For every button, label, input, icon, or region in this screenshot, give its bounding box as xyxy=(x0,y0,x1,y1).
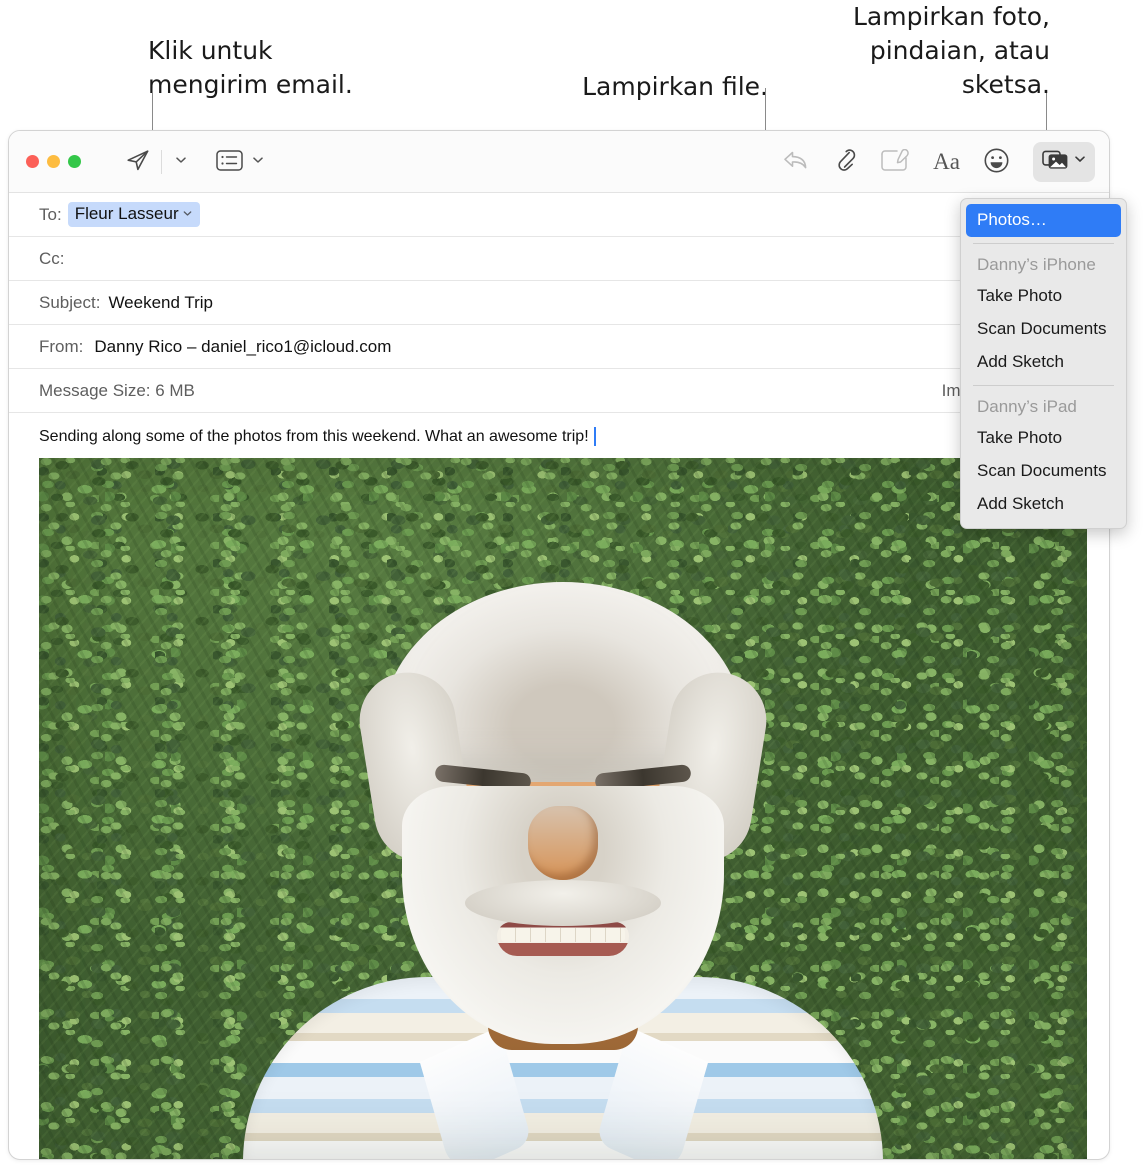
chevron-down-icon xyxy=(251,153,265,170)
subject-field-label: Subject: xyxy=(39,292,101,312)
message-body-text: Sending along some of the photos from th… xyxy=(39,427,589,445)
from-field-value[interactable]: Danny Rico – daniel_rico1@icloud.com xyxy=(94,337,391,357)
menu-item-ipad-scan-documents[interactable]: Scan Documents xyxy=(961,455,1126,488)
format-button[interactable]: Aa xyxy=(933,149,960,175)
nose xyxy=(528,806,598,880)
subject-field-input[interactable]: Weekend Trip xyxy=(108,293,213,313)
recipient-token-label: Fleur Lasseur xyxy=(74,204,179,223)
markup-icon xyxy=(881,148,909,175)
toolbar-right-group: Aa xyxy=(782,141,1095,182)
to-field-label: To: xyxy=(39,204,62,224)
header-fields-button[interactable] xyxy=(216,149,243,174)
minimize-button[interactable] xyxy=(47,155,60,168)
callout-send-label: Klik untuk mengirim email. xyxy=(148,36,353,99)
toolbar-divider xyxy=(161,149,162,174)
person-portrait xyxy=(39,582,1087,1159)
smiley-face-icon xyxy=(984,148,1009,176)
markup-button[interactable] xyxy=(881,148,909,175)
callout-attach-photo-label: Lampirkan foto, pindaian, atau sketsa. xyxy=(853,2,1050,99)
chevron-down-icon xyxy=(1073,152,1087,171)
photo-browser-button[interactable] xyxy=(1033,141,1095,182)
menu-item-iphone-add-sketch[interactable]: Add Sketch xyxy=(961,346,1126,379)
menu-item-iphone-take-photo[interactable]: Take Photo xyxy=(961,280,1126,313)
attach-file-button[interactable] xyxy=(833,147,857,176)
menu-group-danny-iphone: Danny’s iPhone xyxy=(977,255,1096,274)
paper-plane-icon xyxy=(125,147,151,176)
mustache xyxy=(465,880,661,926)
paperclip-icon xyxy=(833,147,857,176)
menu-group-danny-ipad: Danny’s iPad xyxy=(977,397,1077,416)
menu-item-iphone-scan-documents[interactable]: Scan Documents xyxy=(961,313,1126,346)
from-field-label: From: xyxy=(39,336,84,356)
chevron-down-icon xyxy=(174,153,188,170)
menu-item-ipad-take-photo[interactable]: Take Photo xyxy=(961,422,1126,455)
callout-attach-file-label: Lampirkan file. xyxy=(582,72,768,101)
menu-separator xyxy=(973,243,1114,244)
menu-item-ipad-add-sketch[interactable]: Add Sketch xyxy=(961,488,1126,521)
to-field-row[interactable]: To: Fleur Lasseur xyxy=(9,193,1109,237)
send-button[interactable] xyxy=(125,147,151,176)
chevron-down-icon xyxy=(182,204,193,224)
from-field-row[interactable]: From: Danny Rico – daniel_rico1@icloud.c… xyxy=(9,325,1109,369)
photos-stack-icon xyxy=(1042,148,1069,176)
window-traffic-lights xyxy=(26,155,81,168)
emoji-button[interactable] xyxy=(984,148,1009,176)
reply-arrow-icon xyxy=(782,149,809,174)
header-fields-icon xyxy=(216,149,243,174)
screenshot-root: Klik untuk mengirim email. Lampirkan fil… xyxy=(0,0,1144,1168)
mouth xyxy=(497,922,629,956)
inline-photo-attachment[interactable] xyxy=(39,458,1087,1159)
message-size-label: Message Size: 6 MB xyxy=(39,380,195,400)
message-body[interactable]: Sending along some of the photos from th… xyxy=(9,413,1109,458)
message-size-row: Message Size: 6 MB Image Size: Act xyxy=(9,369,1109,413)
zoom-button[interactable] xyxy=(68,155,81,168)
mail-compose-window: Aa To: Fleur Lasseur Cc: Subject: Weeken… xyxy=(8,130,1110,1160)
format-aa-icon: Aa xyxy=(933,148,960,174)
compose-toolbar: Aa xyxy=(9,131,1109,193)
subject-field-row[interactable]: Subject: Weekend Trip xyxy=(9,281,1109,325)
send-options-chevron-button[interactable] xyxy=(172,153,188,170)
text-cursor xyxy=(593,427,596,446)
teeth xyxy=(501,928,625,942)
header-fields-chevron-button[interactable] xyxy=(249,153,265,170)
reply-button[interactable] xyxy=(782,149,809,174)
close-button[interactable] xyxy=(26,155,39,168)
photo-browser-dropdown-menu: Photos… Danny’s iPhone Take Photo Scan D… xyxy=(960,198,1127,529)
recipient-token-fleur-lasseur[interactable]: Fleur Lasseur xyxy=(67,202,200,227)
cc-field-label: Cc: xyxy=(39,248,65,268)
menu-item-photos[interactable]: Photos… xyxy=(966,204,1121,237)
toolbar-left-group xyxy=(125,147,265,176)
cc-field-row[interactable]: Cc: xyxy=(9,237,1109,281)
menu-separator xyxy=(973,385,1114,386)
